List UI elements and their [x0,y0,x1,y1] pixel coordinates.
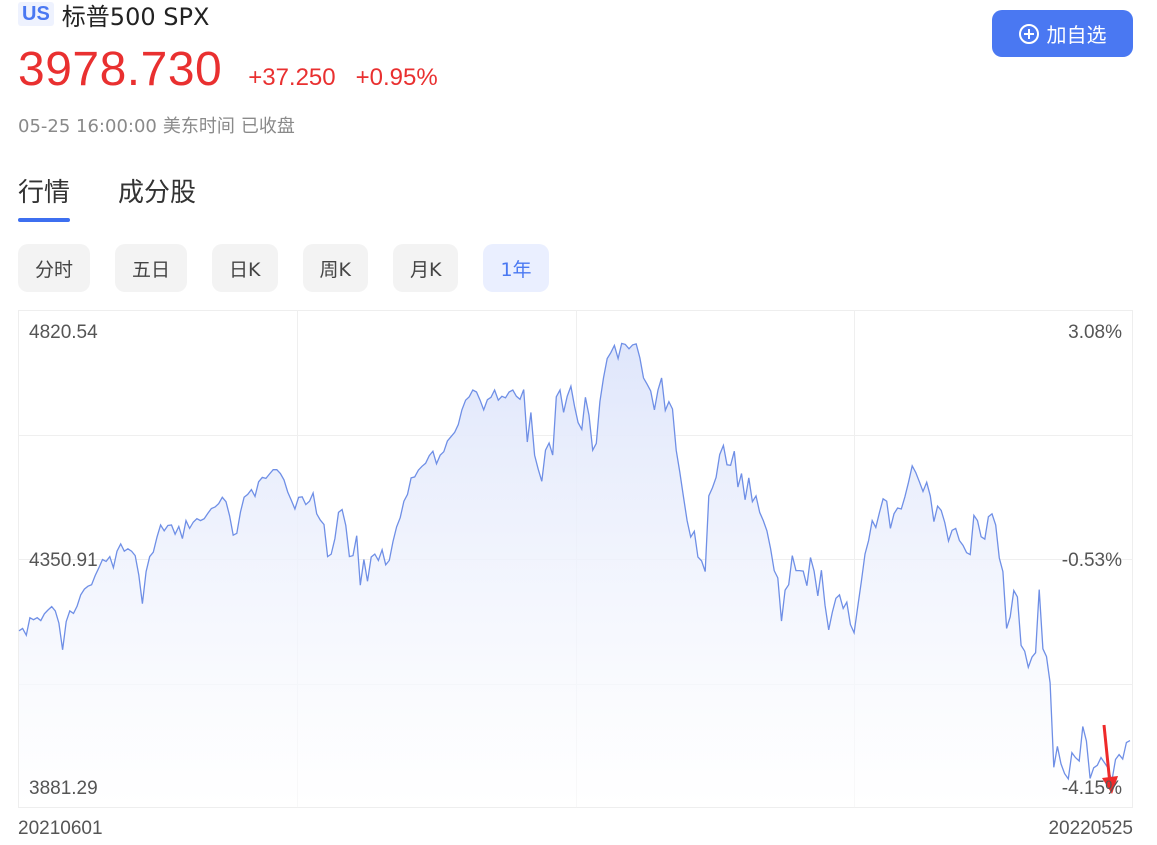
y-axis-pct-max: 3.08% [1068,322,1122,343]
price-row: 3978.730 +37.250 +0.95% [18,42,438,97]
period-one-year[interactable]: 1年 [483,244,549,292]
price-chart[interactable]: 4820.54 4350.91 3881.29 3.08% -0.53% -4.… [18,310,1133,808]
title-row: US 标普500 SPX [18,0,209,31]
quote-time-row: 05-25 16:00:00 美东时间 已收盘 [18,112,295,138]
last-price: 3978.730 [18,43,223,96]
price-area [19,343,1130,807]
quote-datetime: 05-25 16:00:00 [18,116,157,137]
period-weekly-k[interactable]: 周K [302,244,368,292]
price-chart-svg [18,310,1133,808]
x-axis-start-label: 20210601 [18,818,103,839]
quote-timezone: 美东时间 [162,116,235,137]
plus-circle-icon [1018,23,1039,44]
y-axis-label-min: 3881.29 [29,778,98,799]
market-badge: US [18,2,54,26]
y-axis-label-mid: 4350.91 [29,550,98,571]
price-change-percent: +0.95% [355,64,438,91]
quote-header: US 标普500 SPX [18,0,209,31]
period-five-day[interactable]: 五日 [115,244,188,292]
tab-market[interactable]: 行情 [18,172,71,222]
add-to-watchlist-label: 加自选 [1046,23,1107,47]
y-axis-label-max: 4820.54 [29,322,98,343]
stock-name: 标普500 SPX [61,2,210,31]
content-tabs: 行情 成分股 [18,172,244,222]
period-daily-k[interactable]: 日K [212,244,278,292]
period-intraday[interactable]: 分时 [18,244,91,292]
y-axis-pct-mid: -0.53% [1061,550,1122,571]
period-monthly-k[interactable]: 月K [392,244,459,292]
add-to-watchlist-button[interactable]: 加自选 [992,10,1133,57]
price-change: +37.250 [248,64,336,91]
y-axis-pct-min: -4.15% [1061,778,1122,799]
market-status: 已收盘 [240,116,295,137]
tab-constituents[interactable]: 成分股 [118,172,196,222]
x-axis-end-label: 20220525 [1048,818,1133,839]
period-selector: 分时 五日 日K 周K 月K 1年 [18,244,574,292]
